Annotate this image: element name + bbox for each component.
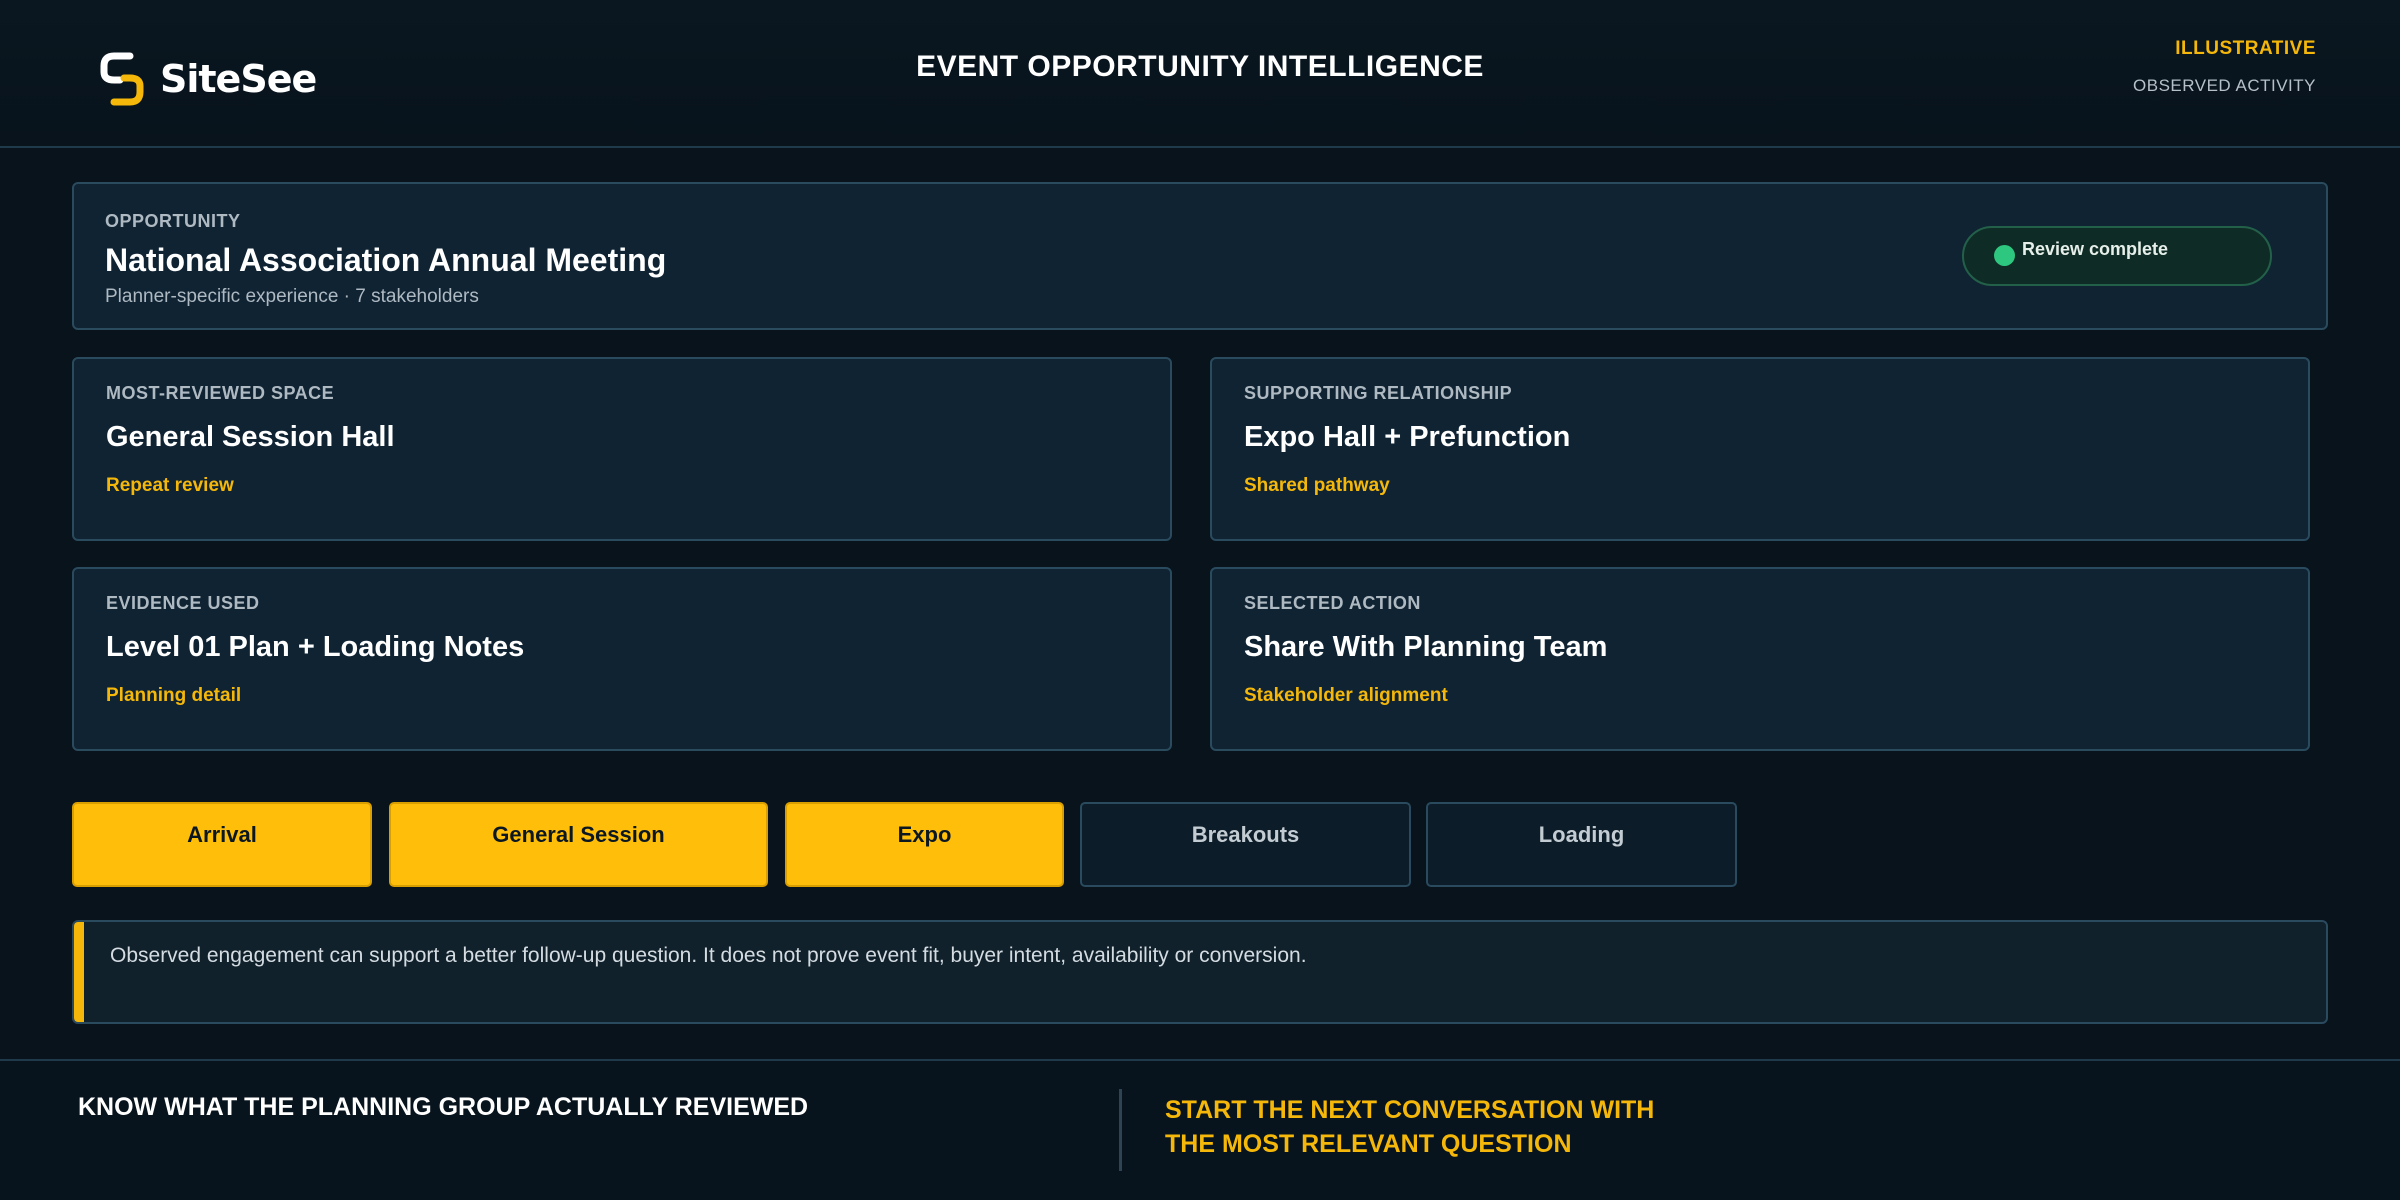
opportunity-card: OPPORTUNITY National Association Annual … — [72, 182, 2328, 330]
footer-right-headline: START THE NEXT CONVERSATION WITH THE MOS… — [1165, 1093, 1654, 1161]
observed-activity-label: OBSERVED ACTIVITY — [2133, 76, 2316, 95]
page-title: EVENT OPPORTUNITY INTELLIGENCE — [916, 50, 1484, 83]
supporting-relationship-card: SUPPORTING RELATIONSHIP Expo Hall + Pref… — [1210, 357, 2310, 541]
opportunity-title: National Association Annual Meeting — [105, 242, 667, 278]
header-badges: ILLUSTRATIVE OBSERVED ACTIVITY — [2133, 38, 2316, 96]
tab-loading[interactable]: Loading — [1426, 802, 1737, 887]
tab-label: General Session — [492, 822, 665, 847]
notice-accent-bar — [74, 922, 84, 1022]
footer: KNOW WHAT THE PLANNING GROUP ACTUALLY RE… — [0, 1059, 2400, 1200]
footer-right-line-2: THE MOST RELEVANT QUESTION — [1165, 1130, 1572, 1158]
tab-general-session[interactable]: General Session — [389, 802, 768, 887]
tab-label: Arrival — [187, 822, 257, 847]
card-tag: Repeat review — [106, 475, 234, 496]
selected-action-card: SELECTED ACTION Share With Planning Team… — [1210, 567, 2310, 751]
tab-label: Breakouts — [1191, 822, 1300, 847]
tab-arrival[interactable]: Arrival — [72, 802, 372, 887]
tab-expo[interactable]: Expo — [785, 802, 1064, 887]
card-tag: Planning detail — [106, 685, 242, 706]
sitesee-logo-icon — [100, 52, 144, 106]
card-label: SUPPORTING RELATIONSHIP — [1244, 383, 1513, 403]
card-tag: Stakeholder alignment — [1244, 685, 1448, 706]
disclaimer-notice: Observed engagement can support a better… — [72, 920, 2328, 1024]
notice-text: Observed engagement can support a better… — [110, 944, 1307, 967]
tab-label: Expo — [897, 822, 952, 847]
card-label: MOST-REVIEWED SPACE — [106, 383, 335, 403]
status-dot-icon — [1994, 245, 2015, 266]
card-label: SELECTED ACTION — [1244, 593, 1421, 613]
opportunity-subtitle: Planner-specific experience · 7 stakehol… — [105, 286, 479, 307]
brand-name: SiteSee — [160, 57, 317, 101]
card-title: Level 01 Plan + Loading Notes — [106, 631, 525, 663]
card-title: Share With Planning Team — [1244, 631, 1608, 663]
most-reviewed-space-card: MOST-REVIEWED SPACE General Session Hall… — [72, 357, 1172, 541]
app-header: SiteSee EVENT OPPORTUNITY INTELLIGENCE I… — [0, 0, 2400, 148]
footer-divider — [1119, 1089, 1122, 1171]
tab-breakouts[interactable]: Breakouts — [1080, 802, 1411, 887]
footer-left-headline: KNOW WHAT THE PLANNING GROUP ACTUALLY RE… — [78, 1093, 809, 1121]
evidence-used-card: EVIDENCE USED Level 01 Plan + Loading No… — [72, 567, 1172, 751]
status-text: Review complete — [2022, 239, 2169, 259]
card-title: General Session Hall — [106, 421, 395, 453]
card-tag: Shared pathway — [1244, 475, 1390, 496]
tab-label: Loading — [1538, 822, 1625, 847]
card-title: Expo Hall + Prefunction — [1244, 421, 1571, 453]
brand-logo[interactable]: SiteSee — [96, 50, 317, 108]
card-label: EVIDENCE USED — [106, 593, 260, 613]
footer-right-line-1: START THE NEXT CONVERSATION WITH — [1165, 1096, 1655, 1124]
opportunity-label: OPPORTUNITY — [105, 211, 241, 231]
status-badge: Review complete — [1962, 226, 2272, 286]
illustrative-badge: ILLUSTRATIVE — [2175, 38, 2316, 59]
